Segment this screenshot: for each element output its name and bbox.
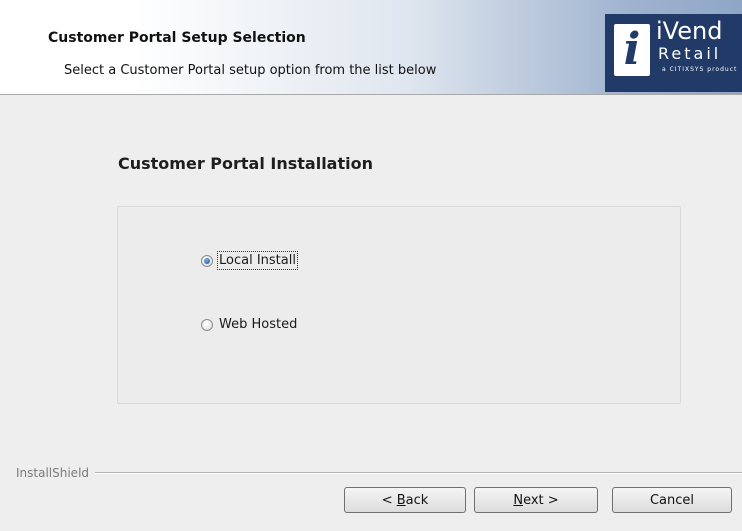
radio-unchecked-icon[interactable] [201, 318, 213, 331]
radio-local-install[interactable]: Local Install [201, 251, 298, 270]
radio-label[interactable]: Local Install [217, 251, 298, 270]
installshield-label: InstallShield [16, 466, 90, 480]
next-accelerator: N [513, 492, 524, 508]
back-rest: ack [405, 492, 429, 508]
cancel-button[interactable]: Cancel [612, 487, 732, 513]
logo-retail: Retail [658, 44, 722, 63]
options-group [117, 206, 681, 404]
radio-label[interactable]: Web Hosted [219, 317, 297, 332]
section-title: Customer Portal Installation [118, 154, 373, 173]
ivend-retail-logo: i iVend Retail a CITIXSYS product [605, 14, 742, 92]
divider-line [95, 472, 742, 474]
next-button[interactable]: Next > [474, 487, 598, 513]
logo-i-icon: i [614, 24, 650, 76]
page-title: Customer Portal Setup Selection [48, 30, 306, 46]
back-prefix: < [381, 492, 397, 508]
wizard-header: Customer Portal Setup Selection Select a… [0, 0, 742, 95]
radio-checked-icon[interactable] [201, 254, 213, 267]
installshield-divider: InstallShield [16, 466, 742, 480]
radio-web-hosted[interactable]: Web Hosted [201, 317, 297, 332]
back-accelerator: B [396, 492, 406, 508]
back-button[interactable]: < Back [344, 487, 466, 513]
page-subtitle: Select a Customer Portal setup option fr… [64, 63, 437, 78]
logo-tagline: a CITIXSYS product [662, 66, 738, 73]
logo-brand: iVend [656, 17, 723, 45]
next-rest: ext > [523, 492, 559, 508]
